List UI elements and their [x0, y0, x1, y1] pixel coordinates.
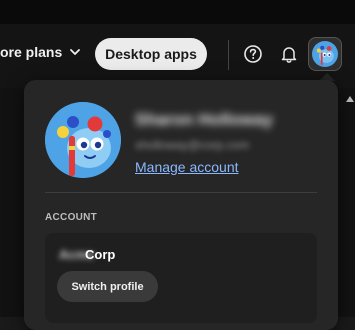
scroll-up-arrow-icon[interactable]: [346, 96, 354, 102]
desktop-apps-button[interactable]: Desktop apps: [95, 38, 207, 70]
more-plans-menu[interactable]: ore plans: [0, 44, 82, 60]
switch-profile-button[interactable]: Switch profile: [57, 271, 158, 302]
account-section-label: ACCOUNT: [45, 212, 98, 223]
more-plans-label: ore plans: [0, 44, 63, 60]
background-page-left: [0, 88, 24, 317]
org-name: Corp: [85, 247, 116, 262]
profile-avatar-button[interactable]: [308, 37, 342, 71]
chevron-down-icon: [70, 49, 81, 55]
panel-divider: [45, 192, 317, 193]
manage-account-link[interactable]: Manage account: [135, 159, 239, 175]
notifications-button[interactable]: [278, 43, 300, 65]
user-name: Sharon Holloway: [135, 110, 273, 129]
background-page-right: [338, 88, 355, 317]
avatar-icon: [312, 41, 338, 67]
header-divider: [228, 40, 229, 70]
help-circle-icon: [244, 45, 262, 63]
help-button[interactable]: [242, 43, 264, 65]
bell-icon: [281, 47, 297, 63]
user-email: sholloway@corp.com: [135, 138, 250, 152]
avatar-illustration-icon: [45, 102, 121, 178]
profile-avatar: [45, 102, 121, 178]
